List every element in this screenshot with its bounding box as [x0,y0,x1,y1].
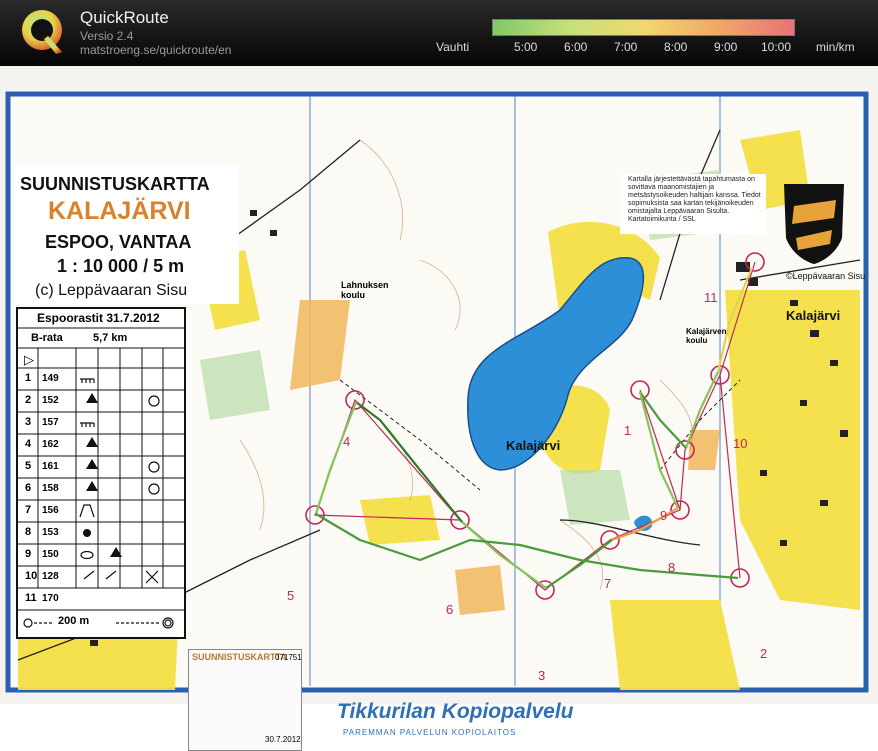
map-scale: 1 : 10 000 / 5 m [57,256,185,276]
pace-tick: 9:00 [714,40,738,54]
pace-tick: 7:00 [614,40,638,54]
course-control-number: 3 [538,668,546,683]
pace-tick: 5:00 [514,40,538,54]
control-number: 9 [25,548,32,560]
place-name: Kalajärvi [786,308,841,323]
map-copyright: (c) Leppävaaran Sisu [35,282,188,299]
control-number: 5 [25,460,32,472]
control-code: 161 [42,461,59,472]
map-notice: Kartalla järjestettävästä tapahtumasta o… [628,176,761,223]
pace-unit: min/km [816,40,855,54]
course-control-number: 8 [668,560,676,575]
course-control-number: 10 [733,436,748,451]
control-code: 152 [42,395,59,406]
control-code: 157 [42,417,59,428]
club-name: ©Leppävaaran Sisu [786,271,866,281]
control-number: 7 [25,504,32,516]
printer-slogan: PAREMMAN PALVELUN KOPIOLAITOS [343,728,517,737]
orienteering-map[interactable]: SUUNNISTUSKARTTA KALAJÄRVI ESPOO, VANTAA… [0,66,878,751]
course-control-number: 6 [446,602,454,617]
app-title: QuickRoute [80,8,169,27]
map-name: KALAJÄRVI [48,197,191,225]
control-number: 2 [25,394,32,406]
control-code: 162 [42,439,59,450]
control-code: 158 [42,483,59,494]
stamp-date: 30.7.2012 [265,735,301,744]
control-card-grid [18,327,184,629]
control-code: 153 [42,527,59,538]
control-number: 8 [25,526,32,538]
control-number: 6 [25,482,32,494]
control-number: 11 [25,592,37,604]
q-logo-icon [22,10,62,54]
control-card-footer: 200 m [58,615,90,627]
control-card-course: B-rata [31,332,63,344]
control-code: 150 [42,549,59,560]
pace-tick: 6:00 [564,40,588,54]
control-number: 3 [25,416,32,428]
control-code: 149 [42,373,59,384]
control-code: 156 [42,505,59,516]
start-triangle-icon: ▷ [24,352,34,367]
course-control-number: 4 [343,434,351,449]
course-control-number: 7 [604,576,612,591]
control-card-title: Espoorastit 31.7.2012 [37,311,160,325]
app-version: Versio 2.4 [80,29,134,43]
course-control-number: 1 [624,423,632,438]
place-name: Kalajärven koulu [686,327,727,345]
stamp-number: 071751 [275,653,302,662]
pace-color-scale [492,19,795,36]
app-url-link[interactable]: matstroeng.se/quickroute/en [80,43,231,57]
map-location: ESPOO, VANTAA [45,232,192,252]
place-name: Lahnuksen koulu [341,280,389,300]
course-control-number: 9 [660,508,668,523]
control-number: 10 [25,570,38,582]
club-emblem-icon [784,184,844,264]
course-control-number: 11 [704,290,718,305]
course-control-number: 5 [287,588,295,603]
pace-tick: 8:00 [664,40,688,54]
control-number: 4 [25,438,32,450]
control-code: 170 [42,593,59,604]
control-code: 128 [42,571,59,582]
pace-label: Vauhti [436,40,470,54]
course-control-number: 2 [760,646,768,661]
control-card-length: 5,7 km [93,332,128,344]
stamp-title: SUUNNISTUSKARTTA [192,652,287,662]
map-title-line: SUUNNISTUSKARTTA [20,174,210,194]
control-number: 1 [25,372,32,384]
lake-name: Kalajärvi [506,438,561,453]
pace-tick: 10:00 [761,40,792,54]
control-description-card [16,307,186,639]
app-header: QuickRoute Versio 2.4 matstroeng.se/quic… [0,0,878,66]
